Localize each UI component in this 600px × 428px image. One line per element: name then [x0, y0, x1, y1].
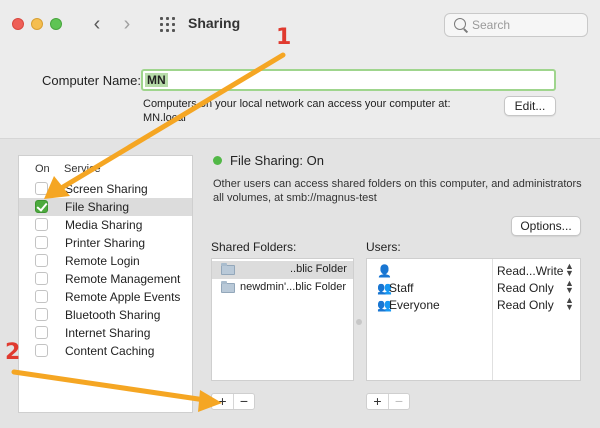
annotation-marker-2: 2	[5, 340, 21, 365]
service-label: Internet Sharing	[65, 326, 151, 340]
shared-folder-name: ..blic Folder	[290, 263, 347, 275]
service-list-header: On Service	[19, 156, 192, 178]
shared-folder-row[interactable]: newdmin'...blic Folder	[212, 279, 353, 297]
single-user-icon: 👤	[377, 264, 392, 278]
computer-name-value: MN	[145, 73, 168, 87]
service-row[interactable]: Bluetooth Sharing	[19, 306, 192, 324]
service-label: Remote Management	[65, 272, 181, 286]
service-row[interactable]: Remote Login	[19, 252, 192, 270]
close-window-button[interactable]	[12, 18, 24, 30]
show-all-grid-icon[interactable]	[160, 17, 176, 33]
minimize-window-button[interactable]	[31, 18, 43, 30]
service-checkbox[interactable]	[35, 236, 48, 249]
service-row[interactable]: Printer Sharing	[19, 234, 192, 252]
user-row[interactable]: 👤 Read...Write ▲ ▼	[367, 262, 580, 279]
service-label: Screen Sharing	[65, 182, 148, 196]
remove-user-button[interactable]: −	[388, 394, 409, 409]
service-row[interactable]: Internet Sharing	[19, 324, 192, 342]
users-list: 👤 Read...Write ▲ ▼ 👥 Staff Read Only ▲ ▼ 👥…	[366, 258, 581, 381]
service-checkbox[interactable]	[35, 218, 48, 231]
service-checkbox[interactable]	[35, 344, 48, 357]
permission-stepper-icon[interactable]: ▲ ▼	[565, 279, 574, 295]
header-service: Service	[64, 163, 101, 175]
service-label: File Sharing	[65, 200, 130, 214]
add-folder-button[interactable]: +	[212, 394, 233, 409]
users-add-remove: + −	[366, 393, 410, 410]
service-row[interactable]: Content Caching	[19, 342, 192, 360]
split-view-handle[interactable]	[356, 319, 362, 325]
service-label: Content Caching	[65, 344, 155, 358]
shared-folders-label: Shared Folders:	[211, 240, 297, 254]
annotation-marker-1: 1	[276, 25, 292, 50]
remove-folder-button[interactable]: −	[233, 394, 254, 409]
service-checkbox[interactable]	[35, 308, 48, 321]
zoom-window-button[interactable]	[50, 18, 62, 30]
service-label: Remote Login	[65, 254, 140, 268]
search-box[interactable]	[444, 13, 588, 37]
service-row[interactable]: Media Sharing	[19, 216, 192, 234]
shared-folders-add-remove: + −	[211, 393, 255, 410]
sharing-settings-section: On Service Screen Sharing File Sharing Med…	[0, 138, 600, 428]
service-label: Printer Sharing	[65, 236, 146, 250]
service-row[interactable]: Screen Sharing	[19, 180, 192, 198]
service-row[interactable]: File Sharing	[19, 198, 192, 216]
header-on: On	[35, 163, 50, 175]
service-checkbox[interactable]	[35, 182, 48, 195]
user-row[interactable]: 👥 Staff Read Only ▲ ▼	[367, 279, 580, 296]
service-row[interactable]: Remote Apple Events	[19, 288, 192, 306]
permission-value[interactable]: Read Only	[497, 281, 554, 295]
search-icon	[454, 18, 466, 30]
computer-name-description: Computers on your local network can acce…	[143, 98, 451, 110]
permission-value[interactable]: Read Only	[497, 298, 554, 312]
computer-local-address: MN.local	[143, 112, 186, 124]
service-checkbox[interactable]	[35, 272, 48, 285]
service-row[interactable]: Remote Management	[19, 270, 192, 288]
edit-button[interactable]: Edit...	[504, 96, 556, 116]
shared-folder-row[interactable]: ..blic Folder	[212, 261, 353, 279]
service-checkbox[interactable]	[35, 200, 48, 213]
service-checkbox[interactable]	[35, 326, 48, 339]
service-label: Remote Apple Events	[65, 290, 181, 304]
window-title: Sharing	[188, 15, 241, 31]
service-checkbox[interactable]	[35, 290, 48, 303]
service-label: Media Sharing	[65, 218, 143, 232]
status-indicator-icon	[213, 156, 222, 165]
window-toolbar: ‹ › Sharing	[0, 0, 600, 50]
computer-name-label: Computer Name:	[42, 73, 141, 88]
add-user-button[interactable]: +	[367, 394, 388, 409]
user-name: Staff	[389, 281, 414, 295]
user-name: Everyone	[389, 298, 440, 312]
shared-folders-list: ..blic Folder newdmin'...blic Folder	[211, 258, 354, 381]
computer-name-field[interactable]: MN	[141, 69, 556, 91]
permission-stepper-icon[interactable]: ▲ ▼	[565, 296, 574, 312]
folder-icon	[221, 281, 235, 293]
status-description: Other users can access shared folders on…	[213, 178, 582, 190]
status-title: File Sharing: On	[230, 153, 324, 168]
user-row[interactable]: 👥 Everyone Read Only ▲ ▼	[367, 296, 580, 313]
back-chevron-icon[interactable]: ‹	[86, 12, 108, 36]
service-checkbox[interactable]	[35, 254, 48, 267]
service-list: On Service Screen Sharing File Sharing Med…	[18, 155, 193, 413]
shared-folder-name: newdmin'...blic Folder	[240, 281, 347, 293]
users-label: Users:	[366, 240, 401, 254]
computer-name-section: Computer Name: MN Computers on your loca…	[0, 50, 600, 138]
folder-icon	[221, 263, 235, 275]
search-input[interactable]	[472, 17, 582, 33]
forward-chevron-icon[interactable]: ›	[116, 12, 138, 36]
options-button[interactable]: Options...	[511, 216, 581, 236]
permission-value[interactable]: Read...Write	[497, 264, 563, 278]
permission-stepper-icon[interactable]: ▲ ▼	[565, 262, 574, 278]
status-address: all volumes, at smb://magnus-test	[213, 192, 377, 204]
service-label: Bluetooth Sharing	[65, 308, 161, 322]
